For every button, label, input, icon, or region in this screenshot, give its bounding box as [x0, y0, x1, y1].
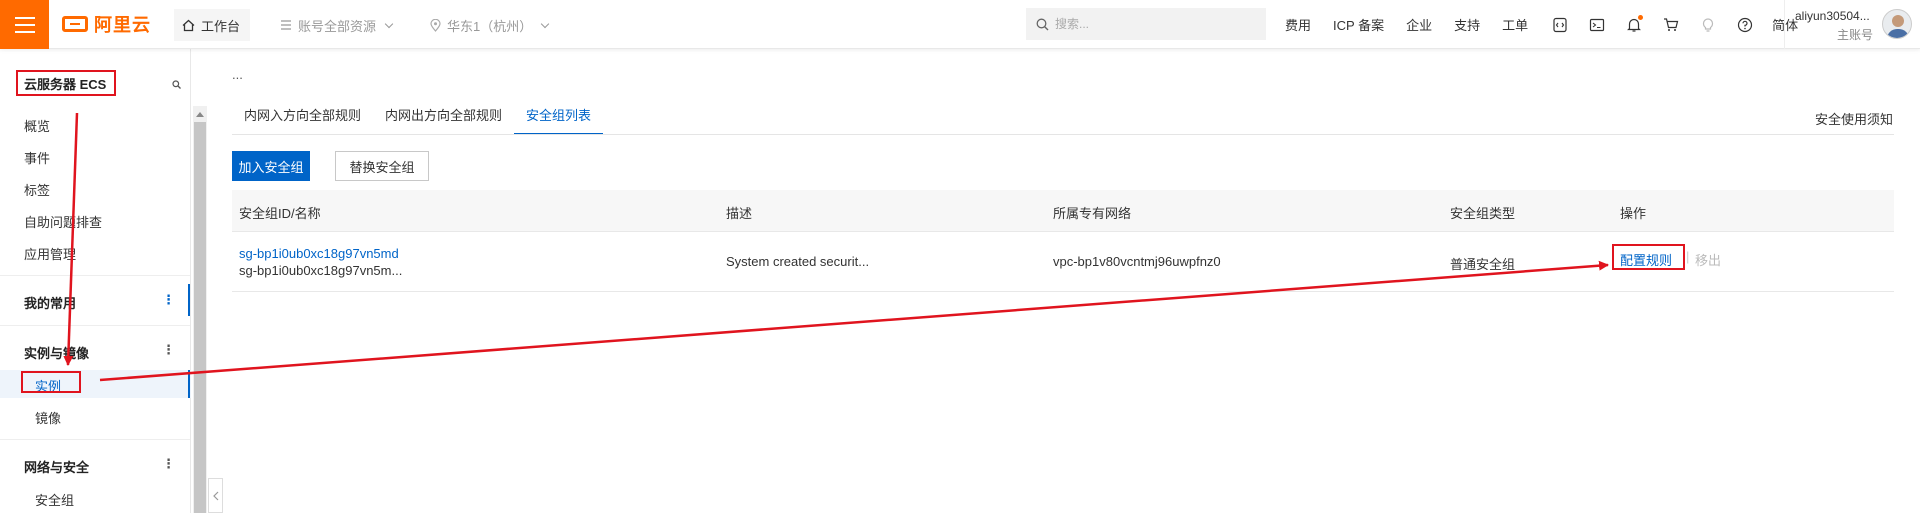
resources-icon: [281, 20, 291, 30]
network-more-icon[interactable]: ⋮: [162, 456, 175, 472]
sidebar-item-image[interactable]: 镜像: [35, 408, 61, 427]
remove-link[interactable]: 移出: [1695, 250, 1721, 269]
avatar[interactable]: [1882, 9, 1912, 39]
region-dropdown[interactable]: 华东1（杭州）: [430, 9, 550, 41]
link-billing[interactable]: 费用: [1285, 15, 1311, 34]
annotation-box-instance: [21, 371, 81, 393]
cell-id-name: sg-bp1i0ub0xc18g97vn5md sg-bp1i0ub0xc18g…: [239, 245, 402, 279]
workbench-label: 工作台: [201, 18, 241, 34]
security-tabs: 内网入方向全部规则 内网出方向全部规则 安全组列表: [232, 103, 604, 135]
help-icon[interactable]: [1735, 15, 1755, 35]
resource-group-dropdown[interactable]: 账号全部资源: [280, 9, 394, 41]
sidebar-item-app-management[interactable]: 应用管理: [24, 244, 76, 263]
sidebar-divider: [0, 275, 190, 276]
aliyun-logo-text: 阿里云: [94, 15, 151, 35]
ecs-sidebar: 云服务器 ECS 概览 事件 标签 自助问题排查 应用管理 我的常用 ⋮ 实例与…: [0, 49, 191, 513]
security-notice-link[interactable]: 安全使用须知: [1815, 109, 1893, 128]
cell-vpc: vpc-bp1v80vcntmj96uwpfnz0: [1053, 254, 1221, 269]
sidebar-item-security-group[interactable]: 安全组: [35, 490, 74, 509]
sidebar-item-events[interactable]: 事件: [24, 148, 50, 167]
replace-security-group-button[interactable]: 替换安全组: [335, 151, 429, 181]
chevron-left-icon: [212, 491, 218, 500]
sidebar-group-favorites[interactable]: 我的常用: [24, 293, 76, 312]
link-icp[interactable]: ICP 备案: [1333, 15, 1384, 34]
search-input[interactable]: [1055, 17, 1255, 31]
cart-icon[interactable]: [1661, 15, 1681, 35]
hamburger-menu-icon[interactable]: [0, 0, 49, 49]
tab-inbound-rules[interactable]: 内网入方向全部规则: [232, 103, 373, 135]
aliyun-logo[interactable]: 阿里云: [62, 13, 151, 35]
sidebar-scrollbar[interactable]: [193, 106, 207, 513]
global-search[interactable]: [1026, 8, 1266, 40]
sidebar-active-bar: [188, 370, 190, 398]
sidebar-active-bar: [188, 284, 190, 316]
link-support[interactable]: 支持: [1454, 15, 1480, 34]
api-icon[interactable]: [1550, 15, 1570, 35]
link-enterprise[interactable]: 企业: [1406, 15, 1432, 34]
top-navbar: 阿里云 工作台 账号全部资源 华东1（杭州） 费用 ICP 备案 企业 支持 工…: [0, 0, 1920, 49]
top-links: 费用 ICP 备案 企业 支持 工单 简体: [1285, 0, 1820, 49]
col-header-type: 安全组类型: [1450, 206, 1516, 221]
sidebar-title: 云服务器 ECS: [16, 70, 116, 96]
security-group-table: 安全组ID/名称 描述 所属专有网络 安全组类型 操作 sg-bp1i0ub0x…: [232, 190, 1894, 292]
instances-more-icon[interactable]: ⋮: [162, 342, 175, 358]
sidebar-collapse-handle[interactable]: [208, 478, 223, 513]
home-icon: [182, 19, 195, 31]
sidebar-item-overview[interactable]: 概览: [24, 116, 50, 135]
search-icon: [1036, 18, 1049, 30]
link-ticket[interactable]: 工单: [1502, 15, 1528, 34]
config-rules-link[interactable]: 配置规则: [1620, 250, 1672, 269]
scroll-up-icon[interactable]: [196, 112, 204, 117]
sidebar-divider: [0, 439, 190, 440]
table-row: sg-bp1i0ub0xc18g97vn5md sg-bp1i0ub0xc18g…: [232, 232, 1894, 292]
sidebar-item-troubleshoot[interactable]: 自助问题排查: [24, 212, 102, 231]
notification-dot: [1638, 14, 1644, 20]
account-name: aliyun30504...: [1795, 9, 1870, 23]
add-security-group-button[interactable]: 加入安全组: [232, 151, 310, 181]
workbench-button[interactable]: 工作台: [174, 9, 251, 41]
sidebar-group-instances-images[interactable]: 实例与镜像: [24, 343, 89, 362]
notification-bell-icon[interactable]: [1624, 14, 1644, 35]
col-header-actions: 操作: [1620, 206, 1647, 221]
sidebar-item-tags[interactable]: 标签: [24, 180, 50, 199]
lightbulb-icon[interactable]: [1698, 15, 1718, 35]
location-pin-icon: [430, 18, 441, 32]
breadcrumb[interactable]: ...: [232, 67, 243, 82]
resource-group-label: 账号全部资源: [298, 18, 377, 34]
cell-type: 普通安全组: [1450, 257, 1516, 272]
chevron-down-icon: [540, 19, 550, 28]
col-header-id-name: 安全组ID/名称: [239, 206, 321, 221]
sidebar-divider: [0, 325, 190, 326]
action-separator: |: [1686, 249, 1690, 264]
aliyun-logo-mark-icon: [62, 16, 88, 32]
account-role: 主账号: [1836, 28, 1873, 42]
region-label: 华东1（杭州）: [447, 18, 533, 34]
table-header: 安全组ID/名称 描述 所属专有网络 安全组类型 操作: [232, 190, 1894, 232]
scrollbar-thumb[interactable]: [194, 122, 206, 513]
security-group-id-link[interactable]: sg-bp1i0ub0xc18g97vn5md: [239, 245, 402, 262]
tab-security-group-list[interactable]: 安全组列表: [514, 103, 604, 135]
col-header-description: 描述: [726, 206, 753, 221]
tabs-divider: [232, 134, 1894, 135]
favorites-more-icon[interactable]: ⋮: [162, 292, 175, 308]
tab-outbound-rules[interactable]: 内网出方向全部规则: [373, 103, 514, 135]
cell-description: System created securit...: [726, 254, 870, 269]
sidebar-search-icon[interactable]: [172, 77, 181, 92]
sidebar-group-network-security[interactable]: 网络与安全: [24, 457, 89, 476]
security-group-name: sg-bp1i0ub0xc18g97vn5m...: [239, 263, 403, 278]
terminal-icon[interactable]: [1587, 15, 1607, 35]
chevron-down-icon: [384, 19, 394, 28]
col-header-vpc: 所属专有网络: [1053, 206, 1132, 221]
account-menu[interactable]: aliyun30504... 主账号: [1784, 0, 1920, 49]
